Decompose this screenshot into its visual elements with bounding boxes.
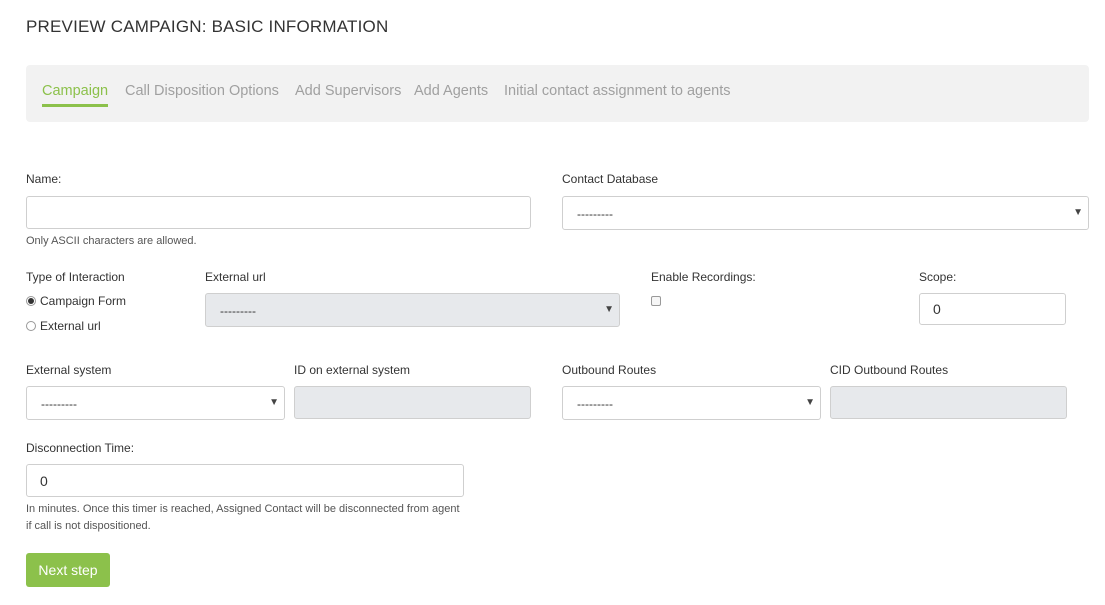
outbound-routes-label: Outbound Routes	[562, 363, 657, 377]
tab-campaign[interactable]: Campaign	[42, 83, 109, 107]
tab-add-supervisors[interactable]: Add Supervisors	[295, 83, 401, 104]
radio-option-external-url[interactable]: External url	[26, 319, 101, 333]
next-step-button[interactable]: Next step	[26, 553, 110, 587]
name-help-text: Only ASCII characters are allowed.	[26, 235, 197, 247]
name-input[interactable]	[26, 196, 531, 229]
external-url-select[interactable]: --------- ▼	[205, 293, 620, 327]
contact-database-label: Contact Database	[562, 172, 659, 186]
tab-add-agents[interactable]: Add Agents	[414, 83, 488, 104]
type-of-interaction-label: Type of Interaction	[26, 270, 125, 284]
cid-outbound-routes-input[interactable]	[830, 386, 1067, 419]
disconnection-time-input[interactable]	[26, 464, 464, 497]
external-system-select[interactable]: --------- ▼	[26, 386, 285, 420]
page-title: PREVIEW CAMPAIGN: BASIC INFORMATION	[26, 17, 389, 36]
radio-selected-dot	[28, 298, 34, 304]
tab-call-disposition-options[interactable]: Call Disposition Options	[125, 83, 279, 104]
caret-down-icon: ▼	[1073, 207, 1083, 218]
id-external-system-input[interactable]	[294, 386, 531, 419]
contact-database-value: ---------	[577, 207, 613, 221]
contact-database-select[interactable]: --------- ▼	[562, 196, 1089, 230]
disconnection-time-help-text: In minutes. Once this timer is reached, …	[26, 503, 460, 532]
radio-icon[interactable]	[26, 321, 36, 331]
enable-recordings-label: Enable Recordings:	[651, 270, 756, 284]
name-label: Name:	[26, 172, 62, 186]
id-external-system-label: ID on external system	[294, 363, 411, 377]
caret-down-icon: ▼	[805, 397, 815, 408]
outbound-routes-value: ---------	[577, 397, 613, 411]
radio-label-campaign-form: Campaign Form	[40, 294, 127, 308]
outbound-routes-select[interactable]: --------- ▼	[562, 386, 821, 420]
tab-initial-contact-assignment[interactable]: Initial contact assignment to agents	[504, 83, 731, 104]
radio-label-external-url: External url	[40, 319, 101, 333]
radio-icon[interactable]	[26, 296, 36, 306]
external-system-label: External system	[26, 363, 112, 377]
wizard-tabs: Campaign Call Disposition Options Add Su…	[26, 65, 1089, 122]
enable-recordings-checkbox[interactable]	[651, 296, 661, 306]
scope-input[interactable]	[919, 293, 1066, 325]
radio-option-campaign-form[interactable]: Campaign Form	[26, 294, 126, 308]
external-url-value: ---------	[220, 304, 256, 318]
caret-down-icon: ▼	[269, 397, 279, 408]
caret-down-icon: ▼	[604, 304, 614, 315]
external-system-value: ---------	[41, 397, 77, 411]
external-url-label: External url	[205, 270, 266, 284]
disconnection-time-label: Disconnection Time:	[26, 441, 135, 455]
cid-outbound-routes-label: CID Outbound Routes	[830, 363, 949, 377]
scope-label: Scope:	[919, 270, 957, 284]
